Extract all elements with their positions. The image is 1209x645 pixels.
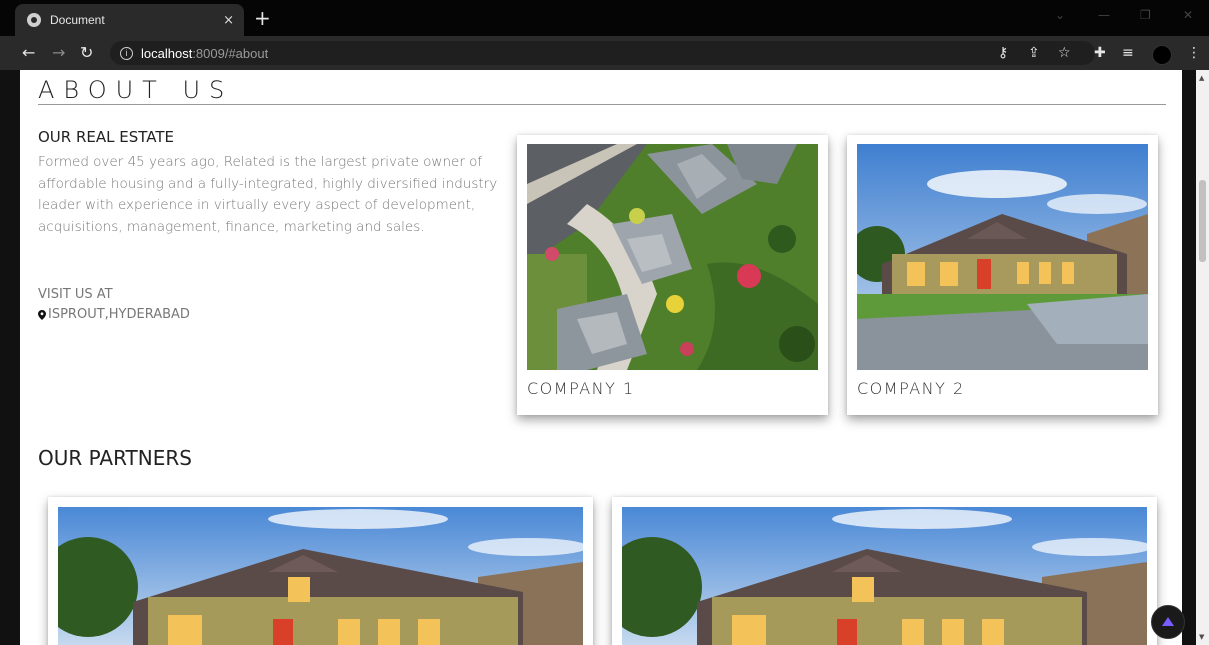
partner-card[interactable] bbox=[48, 497, 593, 645]
tab-close-icon[interactable]: × bbox=[223, 13, 234, 28]
url-path: :8009/#about bbox=[192, 45, 269, 61]
partner-card[interactable] bbox=[612, 497, 1157, 645]
real-estate-heading: OUR REAL ESTATE bbox=[38, 128, 174, 146]
company-card[interactable]: COMPANY 2 bbox=[847, 135, 1158, 415]
globe-icon bbox=[27, 13, 41, 27]
page-viewport: ABOUT US OUR REAL ESTATE Formed over 45 … bbox=[20, 70, 1182, 645]
about-title: ABOUT US bbox=[38, 76, 234, 104]
share-icon[interactable]: ⇪ bbox=[1028, 45, 1040, 61]
scroll-down-icon[interactable]: ▼ bbox=[1199, 633, 1204, 641]
location: ISPROUT,HYDERABAD bbox=[38, 307, 190, 322]
reload-icon[interactable]: ↻ bbox=[80, 43, 93, 63]
house-photo bbox=[857, 144, 1148, 370]
star-icon[interactable]: ☆ bbox=[1058, 45, 1071, 61]
back-to-top-button[interactable] bbox=[1151, 605, 1185, 639]
new-tab-button[interactable]: + bbox=[254, 6, 271, 30]
url-host: localhost bbox=[141, 45, 193, 61]
divider bbox=[38, 104, 1166, 105]
aerial-neighborhood-photo bbox=[527, 144, 818, 370]
back-icon[interactable]: ← bbox=[22, 43, 35, 63]
reading-list-icon[interactable]: ≡ bbox=[1122, 45, 1134, 61]
extensions-icon[interactable]: ✚ bbox=[1094, 45, 1106, 61]
map-pin-icon bbox=[38, 309, 46, 320]
company-caption: COMPANY 2 bbox=[857, 379, 965, 398]
menu-icon[interactable]: ⋮ bbox=[1187, 45, 1201, 61]
address-bar[interactable]: i localhost :8009/#about bbox=[110, 41, 1095, 65]
arrow-up-icon bbox=[1162, 617, 1174, 626]
forward-icon[interactable]: → bbox=[52, 43, 65, 63]
house-photo bbox=[622, 507, 1147, 645]
key-icon[interactable]: ⚷ bbox=[998, 45, 1008, 61]
scrollbar-thumb[interactable] bbox=[1199, 180, 1206, 262]
restore-icon[interactable]: ❐ bbox=[1140, 8, 1151, 22]
profile-icon[interactable] bbox=[1152, 45, 1172, 65]
page-scrollbar[interactable]: ▲ ▼ bbox=[1196, 70, 1209, 645]
right-gutter bbox=[1182, 70, 1196, 645]
browser-tab[interactable]: Document × bbox=[15, 4, 244, 36]
browser-tab-strip: Document × + ⌄ — ❐ ✕ bbox=[0, 0, 1209, 36]
info-icon[interactable]: i bbox=[120, 46, 133, 60]
company-card[interactable]: COMPANY 1 bbox=[517, 135, 828, 415]
tab-title: Document bbox=[50, 13, 105, 27]
house-photo bbox=[58, 507, 583, 645]
company-caption: COMPANY 1 bbox=[527, 379, 635, 398]
left-gutter bbox=[0, 70, 20, 645]
real-estate-description: Formed over 45 years ago, Related is the… bbox=[38, 154, 498, 235]
close-window-icon[interactable]: ✕ bbox=[1183, 8, 1193, 22]
minimize-icon[interactable]: — bbox=[1098, 8, 1110, 22]
browser-toolbar: ← → ↻ i localhost :8009/#about ⚷ ⇪ ☆ ✚ ≡… bbox=[0, 36, 1209, 70]
visit-label: VISIT US AT bbox=[38, 287, 113, 302]
partners-heading: OUR PARTNERS bbox=[38, 446, 192, 470]
location-text: ISPROUT,HYDERABAD bbox=[48, 307, 190, 322]
tab-search-icon[interactable]: ⌄ bbox=[1055, 8, 1065, 22]
scroll-up-icon[interactable]: ▲ bbox=[1199, 74, 1204, 82]
